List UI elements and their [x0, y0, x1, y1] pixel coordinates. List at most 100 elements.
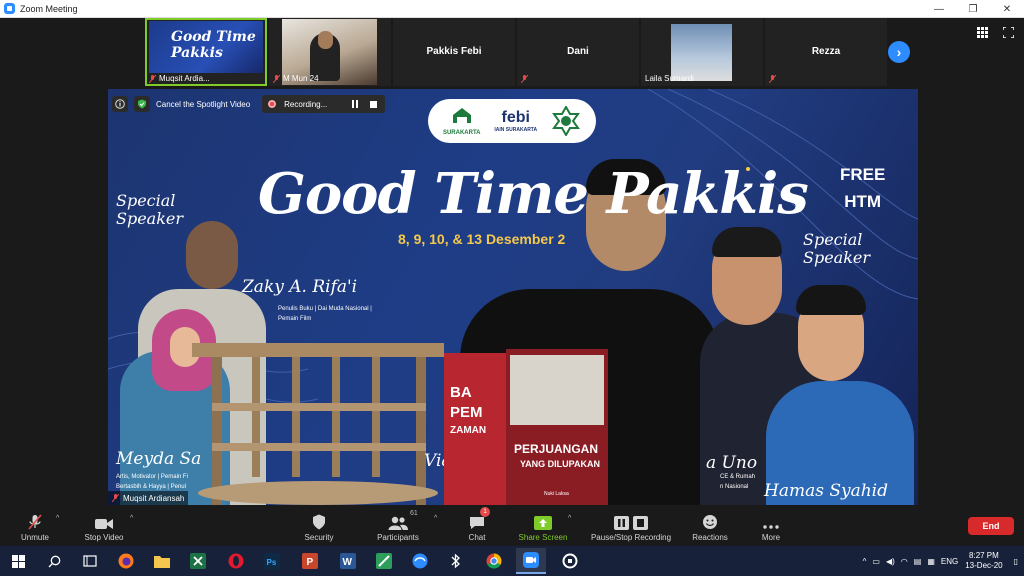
- unmute-options-chevron-icon[interactable]: ^: [56, 515, 59, 522]
- cancel-spotlight-button[interactable]: Cancel the Spotlight Video: [156, 100, 250, 109]
- stop-video-button[interactable]: Stop Video: [78, 506, 130, 546]
- reactions-button[interactable]: Reactions: [688, 506, 732, 546]
- free-htm-label: FREE HTM: [840, 165, 886, 211]
- info-icon[interactable]: [112, 96, 128, 112]
- special-speaker-left: Special Speaker: [116, 191, 184, 228]
- participant-tile[interactable]: Pakkis Febi: [393, 18, 515, 86]
- notification-icon[interactable]: ▤: [914, 557, 922, 566]
- powerpoint-icon[interactable]: P: [300, 551, 320, 571]
- pause-stop-icon: [614, 516, 648, 530]
- excel-icon[interactable]: [188, 551, 208, 571]
- maximize-button[interactable]: ❐: [956, 0, 990, 18]
- speaker-subtitle: CE & Rumah: [720, 474, 756, 480]
- volume-icon[interactable]: ◀): [886, 557, 895, 566]
- chat-bubble-icon: [470, 517, 484, 529]
- svg-text:Nuki Laksa: Nuki Laksa: [544, 491, 569, 497]
- participant-name: M Mun 24: [283, 74, 319, 83]
- window-title: Zoom Meeting: [20, 3, 78, 14]
- file-explorer-icon[interactable]: [152, 551, 172, 571]
- wifi-icon[interactable]: ◠: [901, 557, 908, 566]
- febi-logo: febi IAIN SURAKARTA: [494, 109, 538, 133]
- stop-recording-icon[interactable]: [367, 98, 379, 110]
- browser-icon[interactable]: [410, 551, 430, 571]
- fullscreen-icon[interactable]: [1003, 27, 1014, 38]
- next-page-chevron-icon[interactable]: ›: [888, 41, 910, 63]
- participant-name: Dani: [567, 46, 589, 57]
- recording-label: Recording...: [284, 99, 328, 109]
- language-indicator[interactable]: ENG: [941, 557, 958, 566]
- participant-name: Laila Sumardi: [645, 74, 694, 83]
- bluetooth-icon[interactable]: [446, 551, 466, 571]
- wooden-chair: [192, 343, 444, 505]
- svg-text:YANG DILUPAKAN: YANG DILUPAKAN: [520, 459, 600, 469]
- word-icon[interactable]: W: [338, 551, 358, 571]
- participants-options-chevron-icon[interactable]: ^: [434, 515, 437, 522]
- app-icon[interactable]: [560, 551, 580, 571]
- svg-text:Ps: Ps: [267, 558, 277, 567]
- shield-icon[interactable]: [134, 96, 150, 112]
- participant-name: Pakkis Febi: [426, 46, 482, 57]
- more-dots-icon: [763, 525, 779, 529]
- minimize-button[interactable]: —: [922, 0, 956, 18]
- participant-tile[interactable]: Dani: [517, 18, 639, 86]
- speaker-subtitle: Bertasbih & Hayya | Penul: [116, 484, 186, 490]
- participant-tile[interactable]: Laila Sumardi: [641, 18, 763, 86]
- participant-name: Muqsit Ardia...: [159, 74, 210, 83]
- share-options-chevron-icon[interactable]: ^: [568, 515, 571, 522]
- battery-icon[interactable]: ▭: [872, 557, 880, 566]
- system-clock[interactable]: 8:27 PM 13-Dec-20: [965, 551, 1002, 571]
- chat-unread-badge: 1: [480, 507, 490, 517]
- video-options-chevron-icon[interactable]: ^: [130, 515, 133, 522]
- meeting-controls: Unmute ^ Stop Video ^ Security Participa…: [0, 506, 1024, 546]
- pause-recording-icon[interactable]: [349, 98, 361, 110]
- muted-mic-icon: [521, 75, 528, 83]
- participant-tile[interactable]: M Mun 24: [269, 18, 391, 86]
- chrome-icon[interactable]: [484, 551, 504, 571]
- muted-mic-icon: [273, 75, 280, 83]
- speaker-name: a Uno: [706, 453, 758, 473]
- speaker-subtitle: Pemain Film: [278, 316, 312, 322]
- window-controls: — ❐ ✕: [922, 0, 1024, 18]
- share-screen-icon: [534, 516, 552, 530]
- search-icon[interactable]: [44, 551, 64, 571]
- windows-start-icon[interactable]: [8, 551, 28, 571]
- svg-text:PEM: PEM: [450, 404, 483, 421]
- security-button[interactable]: Security: [300, 506, 338, 546]
- gallery-view-icon[interactable]: [977, 27, 988, 38]
- muted-mic-icon: [149, 75, 156, 83]
- video-camera-icon: [95, 519, 113, 529]
- firefox-icon[interactable]: [116, 551, 136, 571]
- tray-chevron-icon[interactable]: ^: [863, 557, 867, 566]
- spotlight-toolbar: Cancel the Spotlight Video Recording...: [112, 95, 386, 113]
- participant-tile[interactable]: Rezza: [765, 18, 887, 86]
- end-meeting-button[interactable]: End: [968, 517, 1014, 535]
- svg-text:W: W: [343, 557, 353, 568]
- pause-stop-recording-button[interactable]: Pause/Stop Recording: [586, 506, 676, 546]
- speaker-subtitle: Penulis Buku | Dai Muda Nasional |: [278, 306, 372, 312]
- keyboard-icon[interactable]: ▦: [927, 557, 935, 566]
- speaker-name: Hamas Syahid: [764, 481, 888, 501]
- svg-text:ZAMAN: ZAMAN: [450, 425, 486, 436]
- spotlight-video[interactable]: SURAKARTA febi IAIN SURAKARTA FREE HTM S…: [108, 89, 918, 505]
- shared-poster-thumbnail: Good Time Pakkis: [149, 21, 263, 73]
- share-screen-button[interactable]: Share Screen: [514, 506, 572, 546]
- close-button[interactable]: ✕: [990, 0, 1024, 18]
- zoom-taskbar-icon[interactable]: [516, 548, 546, 574]
- speaker-figure: [186, 221, 238, 289]
- svg-text:PERJUANGAN: PERJUANGAN: [514, 442, 598, 456]
- opera-icon[interactable]: [226, 551, 246, 571]
- shield-icon: [313, 514, 325, 530]
- meeting-stage: Good Time Pakkis Muqsit Ardia... M Mun 2…: [0, 18, 1024, 506]
- speaker-name: Meyda Sa: [116, 449, 202, 469]
- app-icon[interactable]: [374, 551, 394, 571]
- participant-tile[interactable]: Good Time Pakkis Muqsit Ardia...: [145, 18, 267, 86]
- poster-title: Good Time Pakkis: [258, 161, 809, 227]
- action-center-icon[interactable]: ▯: [1014, 557, 1018, 566]
- muted-mic-icon: [112, 494, 119, 502]
- unmute-button[interactable]: Unmute: [14, 506, 56, 546]
- muted-mic-icon: [28, 514, 42, 530]
- photoshop-icon[interactable]: Ps: [262, 551, 282, 571]
- participant-name: Rezza: [811, 46, 841, 57]
- more-button[interactable]: More: [756, 506, 786, 546]
- task-view-icon[interactable]: [80, 551, 100, 571]
